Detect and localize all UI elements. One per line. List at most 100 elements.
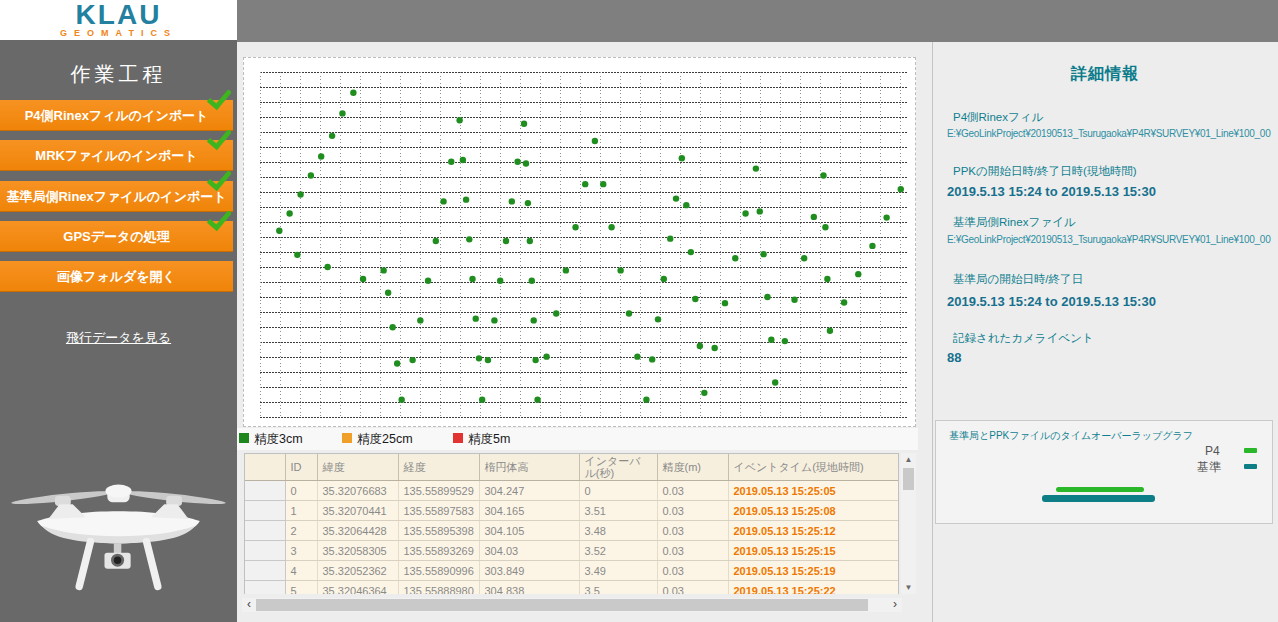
table-header[interactable]: ID xyxy=(285,454,317,481)
table-row[interactable]: 335.32058305135.55893269304.033.520.0320… xyxy=(245,541,898,561)
table-row[interactable]: 435.32052362135.55890996303.8493.490.032… xyxy=(245,561,898,581)
table-cell: 135.55895398 xyxy=(398,521,479,541)
gps-point xyxy=(592,138,598,144)
workflow-button-2[interactable]: MRKファイルのインポート xyxy=(0,140,233,171)
detail-value-2: E:¥GeoLinkProject¥20190513_Tsurugaoka¥P4… xyxy=(947,234,1270,245)
row-selector[interactable] xyxy=(245,521,285,541)
table-row[interactable]: 135.32070441135.55897583304.1653.510.032… xyxy=(245,501,898,521)
gps-point xyxy=(456,117,462,123)
table-cell: 0.03 xyxy=(657,521,728,541)
gps-point xyxy=(841,299,847,305)
gps-point xyxy=(742,210,748,216)
table-cell: 4 xyxy=(285,561,317,581)
gps-point xyxy=(514,159,520,165)
gps-point xyxy=(801,255,807,261)
row-selector[interactable] xyxy=(245,501,285,521)
row-selector[interactable] xyxy=(245,581,285,595)
legend-item: 精度25cm xyxy=(342,431,413,447)
table-cell: 304.105 xyxy=(479,521,579,541)
scroll-up-icon[interactable]: ▲ xyxy=(901,453,916,466)
table-header[interactable]: 精度(m) xyxy=(657,454,728,481)
overlap-bar-p4 xyxy=(1056,487,1144,492)
gps-point xyxy=(448,159,454,165)
gps-point xyxy=(529,278,535,284)
gps-point xyxy=(649,356,655,362)
table-cell: 3 xyxy=(285,541,317,561)
gps-point xyxy=(572,224,578,230)
detail-value-0: E:¥GeoLinkProject¥20190513_Tsurugaoka¥P4… xyxy=(947,128,1270,139)
table-vertical-scrollbar[interactable]: ▲ ▼ xyxy=(901,453,916,594)
table-header[interactable]: 緯度 xyxy=(317,454,398,481)
workflow-button-5[interactable]: 画像フォルダを開く xyxy=(0,261,233,292)
gps-point xyxy=(466,236,472,242)
events-table: ID緯度経度楕円体高インターバル(秒)精度(m)イベントタイム(現地時間) 03… xyxy=(245,454,899,594)
gps-point xyxy=(617,267,623,273)
gps-point xyxy=(476,355,482,361)
gps-point xyxy=(643,397,649,403)
table-horizontal-scrollbar[interactable]: ‹ › xyxy=(242,598,902,612)
table-header[interactable]: インターバル(秒) xyxy=(579,454,657,481)
workflow-button-4[interactable]: GPSデータの処理 xyxy=(0,221,233,252)
table-cell: 0.03 xyxy=(657,501,728,521)
table-row[interactable]: 035.32076683135.55899529304.24700.032019… xyxy=(245,481,898,501)
gps-point xyxy=(339,110,345,116)
gps-point xyxy=(753,165,759,171)
check-icon xyxy=(207,171,231,192)
vscroll-thumb[interactable] xyxy=(903,468,914,490)
legend-swatch xyxy=(453,433,463,443)
gps-point xyxy=(509,198,515,204)
overlap-legend-label: 基準 xyxy=(1197,459,1221,476)
gps-point xyxy=(329,133,335,139)
table-cell: 304.165 xyxy=(479,501,579,521)
detail-label-0: P4側Rinexフィル xyxy=(953,110,1043,125)
detail-label-2: 基準局側Rinexファイル xyxy=(953,215,1075,230)
hscroll-thumb[interactable] xyxy=(256,599,868,611)
row-selector[interactable] xyxy=(245,481,285,501)
gps-point xyxy=(679,155,685,161)
gps-point xyxy=(534,397,540,403)
gps-point xyxy=(608,224,614,230)
workflow-button-1[interactable]: P4側Rinexフィルのインポート xyxy=(0,100,233,131)
workflow-button-label: MRKファイルのインポート xyxy=(35,148,197,163)
gps-point xyxy=(820,172,826,178)
legend-item: 精度3cm xyxy=(239,431,303,447)
scroll-right-icon[interactable]: › xyxy=(888,598,902,612)
gps-point xyxy=(855,271,861,277)
events-table-wrap: ID緯度経度楕円体高インターバル(秒)精度(m)イベントタイム(現地時間) 03… xyxy=(244,453,899,594)
gps-point xyxy=(822,224,828,230)
gps-point xyxy=(318,153,324,159)
scroll-down-icon[interactable]: ▼ xyxy=(901,581,916,594)
table-header-selector xyxy=(245,454,285,481)
gps-point xyxy=(634,353,640,359)
workflow-button-3[interactable]: 基準局側Rinexファイルのインポート xyxy=(0,181,233,212)
flight-data-link-wrap: 飛行データを見る xyxy=(0,328,237,347)
row-selector[interactable] xyxy=(245,541,285,561)
gps-point xyxy=(661,276,667,282)
flight-data-link[interactable]: 飛行データを見る xyxy=(66,330,171,345)
row-selector[interactable] xyxy=(245,561,285,581)
table-cell: 2019.05.13 15:25:12 xyxy=(728,521,898,541)
table-header[interactable]: 楕円体高 xyxy=(479,454,579,481)
table-row[interactable]: 535.32046364135.55888980304.8383.50.0320… xyxy=(245,581,898,595)
gps-point xyxy=(722,300,728,306)
scroll-left-icon[interactable]: ‹ xyxy=(242,598,256,612)
check-icon xyxy=(207,211,231,232)
gps-point xyxy=(655,316,661,322)
table-cell: 3.51 xyxy=(579,501,657,521)
detail-value-3: 2019.5.13 15:24 to 2019.5.13 15:30 xyxy=(947,294,1156,309)
detail-label-3: 基準局の開始日時/終了日 xyxy=(953,272,1083,287)
table-cell: 2019.05.13 15:25:19 xyxy=(728,561,898,581)
table-row[interactable]: 235.32064428135.55895398304.1053.480.032… xyxy=(245,521,898,541)
gps-point xyxy=(398,397,404,403)
table-header[interactable]: 経度 xyxy=(398,454,479,481)
table-header[interactable]: イベントタイム(現地時間) xyxy=(728,454,898,481)
table-cell: 304.247 xyxy=(479,481,579,501)
legend-strip xyxy=(237,428,918,450)
gps-point xyxy=(479,397,485,403)
table-cell: 35.32076683 xyxy=(317,481,398,501)
gps-point xyxy=(898,186,904,192)
gps-point xyxy=(417,317,423,323)
gps-point xyxy=(768,337,774,343)
gps-point xyxy=(394,360,400,366)
gps-point xyxy=(294,252,300,258)
